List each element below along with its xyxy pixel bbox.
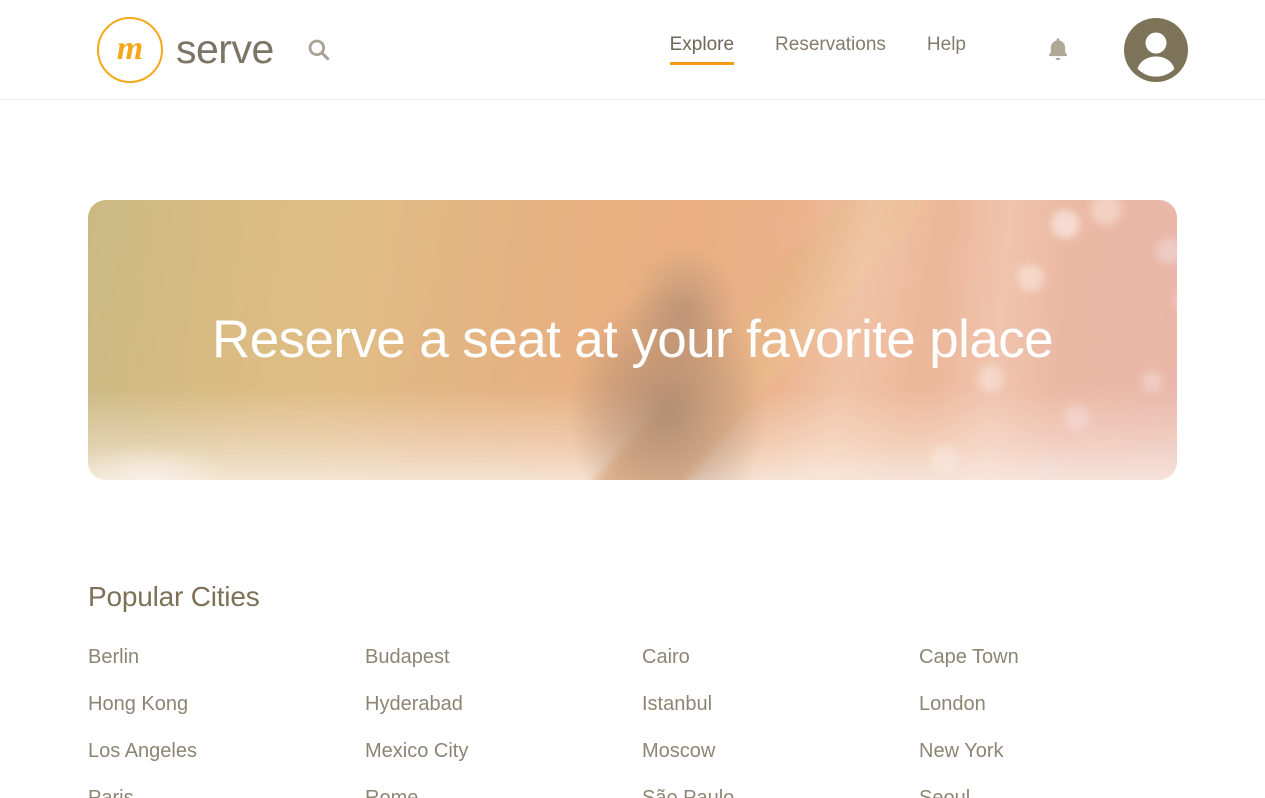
city-link-sao-paulo[interactable]: São Paulo bbox=[642, 786, 734, 798]
city-link-mexico-city[interactable]: Mexico City bbox=[365, 739, 468, 764]
page-content: Reserve a seat at your favorite place Po… bbox=[0, 200, 1265, 798]
city-link-berlin[interactable]: Berlin bbox=[88, 645, 139, 670]
city-link-cairo[interactable]: Cairo bbox=[642, 645, 690, 670]
user-avatar[interactable] bbox=[1124, 17, 1188, 82]
notifications-button[interactable] bbox=[1038, 30, 1078, 70]
city-link-los-angeles[interactable]: Los Angeles bbox=[88, 739, 197, 764]
city-link-budapest[interactable]: Budapest bbox=[365, 645, 450, 670]
nav-item-reservations[interactable]: Reservations bbox=[775, 34, 886, 66]
city-link-paris[interactable]: Paris bbox=[88, 786, 134, 798]
bell-icon bbox=[1048, 37, 1068, 60]
city-link-rome[interactable]: Rome bbox=[365, 786, 418, 798]
hero-banner[interactable]: Reserve a seat at your favorite place bbox=[88, 200, 1177, 480]
city-link-cape-town[interactable]: Cape Town bbox=[919, 645, 1019, 670]
user-avatar-icon bbox=[1137, 32, 1175, 77]
main-navigation: Explore Reservations Help bbox=[669, 17, 1265, 82]
city-link-seoul[interactable]: Seoul bbox=[919, 786, 970, 798]
popular-cities-section: Popular Cities Berlin Budapest Cairo Cap… bbox=[88, 580, 1177, 798]
logo-mark-letter: m bbox=[116, 29, 144, 67]
hero-title: Reserve a seat at your favorite place bbox=[212, 309, 1054, 369]
city-link-hyderabad[interactable]: Hyderabad bbox=[365, 692, 463, 717]
city-link-hong-kong[interactable]: Hong Kong bbox=[88, 692, 188, 717]
nav-item-help[interactable]: Help bbox=[927, 34, 966, 66]
popular-cities-title: Popular Cities bbox=[88, 581, 260, 612]
city-link-istanbul[interactable]: Istanbul bbox=[642, 692, 712, 717]
city-link-moscow[interactable]: Moscow bbox=[642, 739, 715, 764]
app-header: m serve Explore Reservations Help bbox=[0, 0, 1265, 99]
logo-wordmark: serve bbox=[176, 26, 274, 72]
city-link-new-york[interactable]: New York bbox=[919, 739, 1004, 764]
nav-item-explore[interactable]: Explore bbox=[669, 34, 735, 66]
logo-mark-icon: m bbox=[97, 16, 163, 83]
brand-logo[interactable]: m serve bbox=[97, 16, 274, 83]
city-link-london[interactable]: London bbox=[919, 692, 986, 717]
search-icon bbox=[308, 39, 329, 60]
popular-cities-grid: Berlin Budapest Cairo Cape Town Hong Kon… bbox=[88, 645, 1177, 798]
search-button[interactable] bbox=[302, 33, 336, 67]
